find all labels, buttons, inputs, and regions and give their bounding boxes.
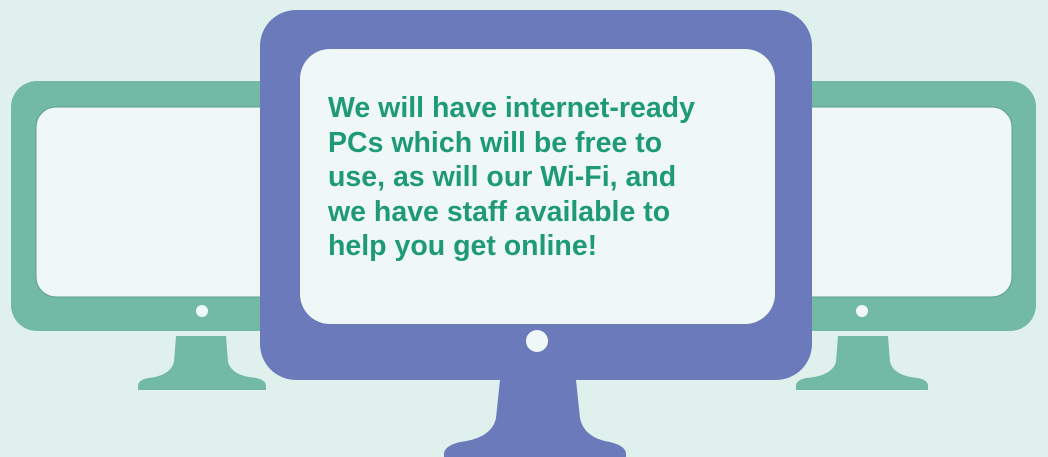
left-monitor-screen: [35, 106, 297, 298]
left-monitor-power-dot: [196, 305, 208, 317]
right-monitor-power-dot: [856, 305, 868, 317]
center-monitor-power-dot: [526, 330, 548, 352]
monitor-message-text: We will have internet-ready PCs which wi…: [328, 92, 695, 262]
